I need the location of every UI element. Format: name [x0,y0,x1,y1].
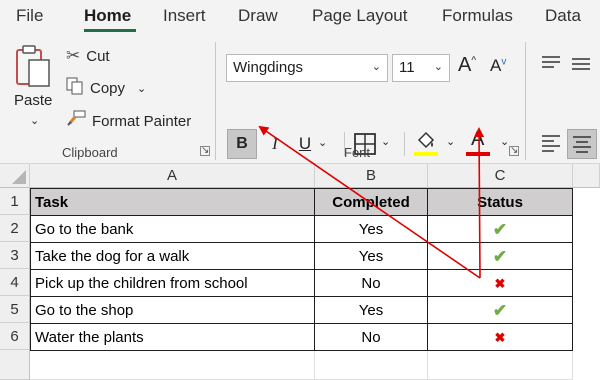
annotation-arrows [258,125,485,279]
arrow-to-font-color-button [474,127,485,279]
arrow-to-bold-button [258,125,481,279]
